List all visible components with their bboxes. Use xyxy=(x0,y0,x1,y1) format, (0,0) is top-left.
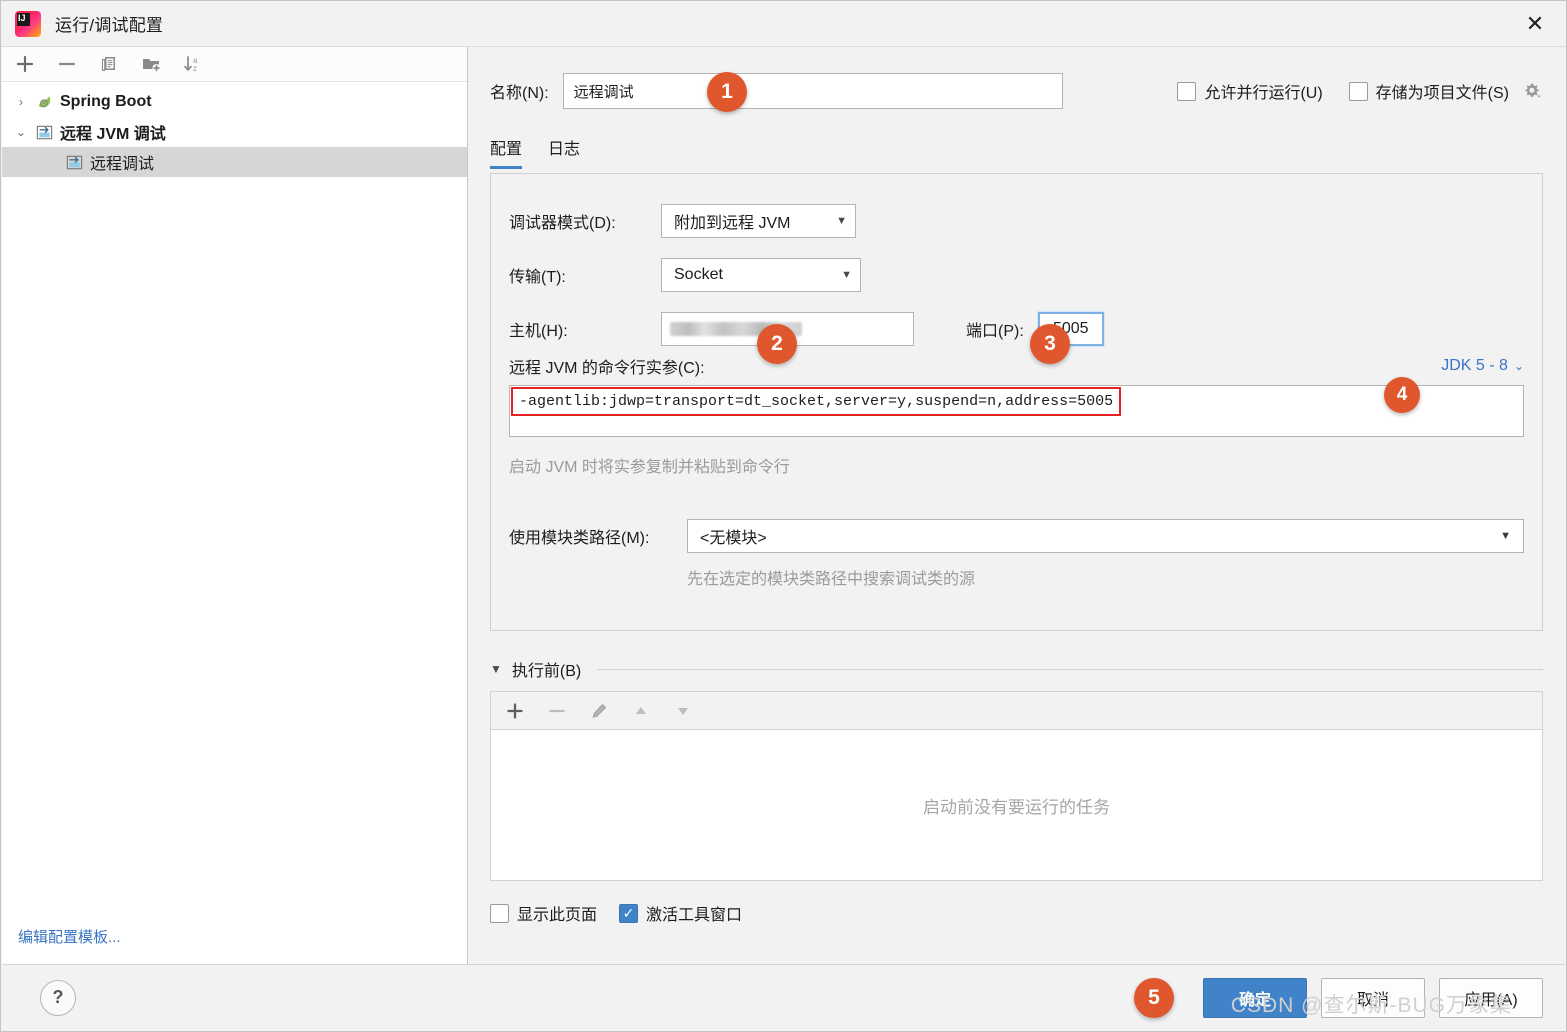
module-classpath-value: <无模块> xyxy=(700,530,767,547)
port-input[interactable]: 5005 xyxy=(1036,311,1105,347)
chevron-down-icon[interactable]: ▼ xyxy=(818,215,847,227)
transport-select[interactable]: Socket ▼ xyxy=(661,258,861,292)
activate-tool-window-label: 激活工具窗口 xyxy=(646,907,743,924)
name-row: 名称(N): 远程调试 允许并行运行(U) 存储为项目文件(S) xyxy=(490,73,1543,109)
tab-configuration[interactable]: 配置 xyxy=(490,135,523,169)
show-this-page-label: 显示此页面 xyxy=(517,907,598,924)
before-launch-toolbar xyxy=(490,691,1543,729)
remove-configuration-button[interactable] xyxy=(54,51,80,77)
remote-jvm-debug-icon xyxy=(32,122,56,142)
run-debug-configurations-dialog: IJ 运行/调试配置 ✕ a z › Spring Boot ⌄ 远程 JVM … xyxy=(0,0,1567,1032)
module-classpath-row: 使用模块类路径(M): <无模块> ▼ xyxy=(509,519,1524,553)
tree-item-label: 远程 JVM 调试 xyxy=(60,126,166,143)
tab-logs[interactable]: 日志 xyxy=(548,135,580,169)
chevron-down-icon[interactable]: ▼ xyxy=(1500,530,1511,542)
remove-task-button[interactable] xyxy=(543,697,571,725)
module-classpath-select[interactable]: <无模块> ▼ xyxy=(687,519,1524,553)
name-label: 名称(N): xyxy=(490,85,549,102)
configuration-fields-group: 调试器模式(D): 附加到远程 JVM ▼ 传输(T): Socket ▼ 主机… xyxy=(490,173,1543,631)
title-bar: IJ 运行/调试配置 ✕ xyxy=(1,1,1566,47)
dialog-footer: ? 确定 取消 应用(A) xyxy=(2,964,1565,1030)
module-classpath-label: 使用模块类路径(M): xyxy=(509,530,650,547)
edit-configuration-templates-link[interactable]: 编辑配置模板... xyxy=(18,926,121,947)
checkbox-box[interactable] xyxy=(1348,81,1368,101)
gear-icon[interactable] xyxy=(1521,80,1543,102)
close-icon[interactable]: ✕ xyxy=(1504,1,1566,46)
add-task-button[interactable] xyxy=(501,697,529,725)
chevron-right-icon[interactable]: › xyxy=(10,95,32,109)
chevron-down-icon[interactable]: ⌄ xyxy=(1514,359,1524,373)
checkbox-box[interactable] xyxy=(490,903,509,923)
allow-parallel-run-checkbox[interactable]: 允许并行运行(U) xyxy=(1177,79,1323,103)
chevron-down-icon[interactable]: ▼ xyxy=(490,662,502,676)
add-configuration-button[interactable] xyxy=(12,51,38,77)
debugger-mode-label: 调试器模式(D): xyxy=(509,215,616,232)
show-this-page-checkbox[interactable]: 显示此页面 xyxy=(490,901,597,925)
command-line-args-value: -agentlib:jdwp=transport=dt_socket,serve… xyxy=(511,387,1121,416)
move-task-down-button[interactable] xyxy=(669,697,697,725)
apply-button[interactable]: 应用(A) xyxy=(1439,977,1543,1018)
host-value-masked xyxy=(670,322,802,336)
chevron-down-icon[interactable]: ⌄ xyxy=(10,125,32,139)
left-panel-footer: 编辑配置模板... xyxy=(2,908,467,964)
store-as-project-file-checkbox[interactable]: 存储为项目文件(S) xyxy=(1348,79,1509,103)
editor-tabs: 配置 日志 xyxy=(490,135,1543,169)
allow-parallel-run-label: 允许并行运行(U) xyxy=(1204,85,1323,102)
configurations-toolbar: a z xyxy=(2,47,467,82)
spring-boot-icon xyxy=(32,92,56,112)
host-label: 主机(H): xyxy=(509,323,568,340)
configurations-panel: a z › Spring Boot ⌄ 远程 JVM 调试 远程调试 编辑配置模… xyxy=(2,47,468,964)
tree-item-label: 远程调试 xyxy=(90,156,155,173)
folder-add-icon[interactable] xyxy=(138,51,164,77)
remote-jvm-debug-icon xyxy=(62,152,86,172)
store-as-project-file-label: 存储为项目文件(S) xyxy=(1375,85,1509,102)
command-line-args-field[interactable]: -agentlib:jdwp=transport=dt_socket,serve… xyxy=(509,385,1524,437)
host-port-row: 主机(H): 端口(P): 5005 xyxy=(509,311,1524,347)
chevron-down-icon[interactable]: ▼ xyxy=(823,269,852,281)
command-line-args-hint: 启动 JVM 时将实参复制并粘贴到命令行 xyxy=(509,459,790,476)
command-line-args-label: 远程 JVM 的命令行实参(C): xyxy=(509,360,705,377)
before-launch-task-list[interactable]: 启动前没有要运行的任务 xyxy=(490,729,1543,881)
checkbox-box[interactable] xyxy=(619,903,639,923)
name-input-value: 远程调试 xyxy=(573,83,634,101)
before-launch-title: 执行前(B) xyxy=(511,663,582,680)
transport-row: 传输(T): Socket ▼ xyxy=(509,258,1524,292)
pencil-icon[interactable] xyxy=(585,697,613,725)
jdk-version-select[interactable]: JDK 5 - 8 ⌄ xyxy=(1441,357,1524,375)
debugger-mode-select[interactable]: 附加到远程 JVM ▼ xyxy=(661,204,856,238)
host-input[interactable] xyxy=(661,312,914,346)
tree-item-label: Spring Boot xyxy=(60,93,152,110)
port-label: 端口(P): xyxy=(966,323,1024,340)
intellij-idea-icon: IJ xyxy=(15,10,41,37)
activate-tool-window-checkbox[interactable]: 激活工具窗口 xyxy=(619,901,742,925)
bottom-checkbox-row: 显示此页面 激活工具窗口 xyxy=(490,901,1543,925)
configuration-editor-panel: 名称(N): 远程调试 允许并行运行(U) 存储为项目文件(S) 配置 日志 调… xyxy=(468,47,1565,964)
command-line-args-header: 远程 JVM 的命令行实参(C): JDK 5 - 8 ⌄ xyxy=(509,354,1524,378)
tree-item-spring-boot[interactable]: › Spring Boot xyxy=(2,87,467,117)
move-task-up-button[interactable] xyxy=(627,697,655,725)
transport-value: Socket xyxy=(674,266,723,283)
checkbox-box[interactable] xyxy=(1177,81,1197,101)
help-button[interactable]: ? xyxy=(40,979,76,1016)
sort-az-icon[interactable]: a z xyxy=(180,51,206,77)
debugger-mode-value: 附加到远程 JVM xyxy=(674,215,791,232)
name-input[interactable]: 远程调试 xyxy=(562,73,1063,109)
dialog-title: 运行/调试配置 xyxy=(55,16,164,35)
module-classpath-hint: 先在选定的模块类路径中搜索调试类的源 xyxy=(687,571,976,588)
svg-text:z: z xyxy=(193,64,197,73)
debugger-mode-row: 调试器模式(D): 附加到远程 JVM ▼ xyxy=(509,204,1524,238)
tree-item-remote-debug[interactable]: 远程调试 xyxy=(2,147,467,177)
cancel-button[interactable]: 取消 xyxy=(1321,977,1425,1018)
copy-configuration-button[interactable] xyxy=(96,51,122,77)
before-launch-header: ▼ 执行前(B) xyxy=(490,657,1543,681)
divider xyxy=(597,668,1543,670)
before-launch-empty-text: 启动前没有要运行的任务 xyxy=(923,797,1110,817)
ok-button[interactable]: 确定 xyxy=(1203,977,1307,1018)
transport-label: 传输(T): xyxy=(509,269,566,286)
configurations-tree: › Spring Boot ⌄ 远程 JVM 调试 远程调试 xyxy=(2,82,467,908)
tree-item-remote-jvm-debug[interactable]: ⌄ 远程 JVM 调试 xyxy=(2,117,467,147)
jdk-version-value: JDK 5 - 8 xyxy=(1441,357,1508,374)
port-value: 5005 xyxy=(1052,320,1089,337)
